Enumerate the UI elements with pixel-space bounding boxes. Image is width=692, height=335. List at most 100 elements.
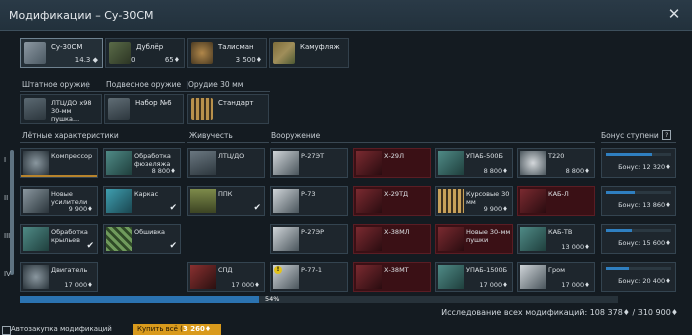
ammo-icon [438,189,464,213]
mod-name: КАБ-Л [548,190,569,198]
check-icon: ✔ [169,241,177,251]
mod-name: ЛТЦ/ДО [218,152,245,160]
tab-guns[interactable]: Орудие 30 мм [188,80,243,89]
mod-name: Х-29ТД [384,190,409,198]
mod-r77-1[interactable]: ! Р-77-1 [270,262,348,292]
mod-skin[interactable]: Обшивка ✔ [103,224,181,254]
auto-buy-checkbox[interactable] [2,326,11,335]
mod-upab500b[interactable]: УПАБ-500Б 8 800♦ [435,148,513,178]
ammo-icon [191,98,213,120]
mod-price: 17 000♦ [64,281,93,289]
close-icon[interactable]: ✕ [666,6,682,22]
mod-wing-treatment[interactable]: Обработка крыльев ✔ [20,224,98,254]
mod-grom[interactable]: Гром 17 000♦ [517,262,595,292]
bonus-label: Бонус: 15 600♦ [618,239,671,247]
bonus-bar [606,267,671,270]
bomb-icon [438,151,464,175]
talisman-label: Талисман [218,43,254,51]
crew-backup-slot[interactable]: Дублёр 65♦ 0 [105,38,185,68]
suspended-weapon-slot[interactable]: Набор №6 [104,94,184,124]
compressor-icon [23,151,49,175]
gun-icon [438,227,464,251]
mod-kab-l[interactable]: КАБ-Л [517,186,595,216]
engine-icon [23,265,49,289]
tier-label: I [4,156,7,164]
mod-name: Х-29Л [384,152,404,160]
tier-bonus: Бонус: 12 320♦ [601,148,676,178]
mod-name: Курсовые 30 мм [466,190,510,206]
mod-kh38ml[interactable]: Х-38МЛ [353,224,431,254]
tab-suspended-weapons[interactable]: Подвесное оружие [106,80,181,89]
talisman-slot[interactable]: Талисман 3 500♦ [187,38,267,68]
mod-spd[interactable]: СПД 17 000♦ [187,262,265,292]
mod-r27et[interactable]: Р-27ЭТ [270,148,348,178]
mod-kh29l[interactable]: Х-29Л [353,148,431,178]
column-survivability: Живучесть [189,131,233,140]
mod-t220[interactable]: Т220 8 800♦ [517,148,595,178]
mod-new-boosters[interactable]: Новые усилители 9 900♦ [20,186,98,216]
mod-name: КАБ-ТВ [548,228,573,236]
mod-r73[interactable]: Р-73 [270,186,348,216]
booster-icon [23,189,49,213]
skin-icon [106,227,132,251]
bonus-bar [606,229,671,232]
missile-icon [520,265,546,289]
missile-icon [273,189,299,213]
fuselage-icon [106,151,132,175]
buy-all-price: 3 260♦ [182,325,212,333]
check-icon: ✔ [253,203,261,213]
divider [20,142,185,143]
tab-standard-weapons[interactable]: Штатное оружие [22,80,90,89]
bomb-icon [438,265,464,289]
mod-price: 17 000♦ [231,281,260,289]
mod-ppk[interactable]: ППК ✔ [187,186,265,216]
wing-icon [23,227,49,251]
title-bar: Модификации – Су-30СМ ✕ [0,0,692,31]
mod-price: 17 000♦ [561,281,590,289]
mod-name: Обработка фюзеляжа [134,152,171,168]
tier-label: II [4,194,9,202]
bomb-icon [520,189,546,213]
talisman-price: 3 500♦ [235,56,262,64]
mod-name: Каркас [134,190,159,198]
research-progress-fill [20,296,260,303]
research-progress-bar: 54% [20,295,618,303]
mod-name: Новые 30-мм пушки [466,228,511,244]
research-total: Исследование всех модификаций: 108 378♦ … [441,308,678,317]
mod-frame[interactable]: Каркас ✔ [103,186,181,216]
mod-kh38mt[interactable]: Х-38МТ [353,262,431,292]
mod-ltc-do[interactable]: ЛТЦ/ДО [187,148,265,178]
mod-upab1500b[interactable]: УПАБ-1500Б 17 000♦ [435,262,513,292]
help-icon[interactable]: ? [662,130,672,140]
mod-fuselage[interactable]: Обработка фюзеляжа 8 800♦ [103,148,181,178]
bonus-bar [606,153,671,156]
camouflage-slot[interactable]: Камуфляж [269,38,349,68]
crew-backup-label: Дублёр [136,43,164,51]
mod-name: СПД [218,266,233,274]
mod-course-30mm[interactable]: Курсовые 30 мм 9 900♦ [435,186,513,216]
tier-bonus: Бонус: 13 860♦ [601,186,676,216]
mod-price: 13 000♦ [561,243,590,251]
mod-name: Компрессор [51,152,93,160]
mod-kab-tv[interactable]: КАБ-ТВ 13 000♦ [517,224,595,254]
mod-name: Обшивка [134,228,166,236]
divider [271,142,595,143]
mod-name: Двигатель [51,266,88,274]
gun-ammo-slot[interactable]: Стандарт [187,94,269,124]
standard-weapon-slot[interactable]: ЛТЦ/ДО х98 30-мм пушка... [20,94,102,124]
vehicle-slot[interactable]: Су-30СМ 14.3 ◆ [20,38,103,68]
mod-kh29td[interactable]: Х-29ТД [353,186,431,216]
mod-engine[interactable]: Двигатель 17 000♦ [20,262,98,292]
buy-all-button[interactable]: Купить всё (3 260♦ [133,324,221,335]
check-icon: ✔ [169,203,177,213]
mod-compressor[interactable]: Компрессор [20,148,98,178]
mod-new-30mm-guns[interactable]: Новые 30-мм пушки [435,224,513,254]
divider [187,142,269,143]
mod-r27er[interactable]: Р-27ЭР [270,224,348,254]
bonus-fill [606,267,629,270]
window-title: Модификации – Су-30СМ [9,9,154,22]
flare-icon [190,151,216,175]
bonus-fill [606,229,632,232]
mod-name: Х-38МЛ [384,228,410,236]
fire-extinguisher-icon [190,265,216,289]
